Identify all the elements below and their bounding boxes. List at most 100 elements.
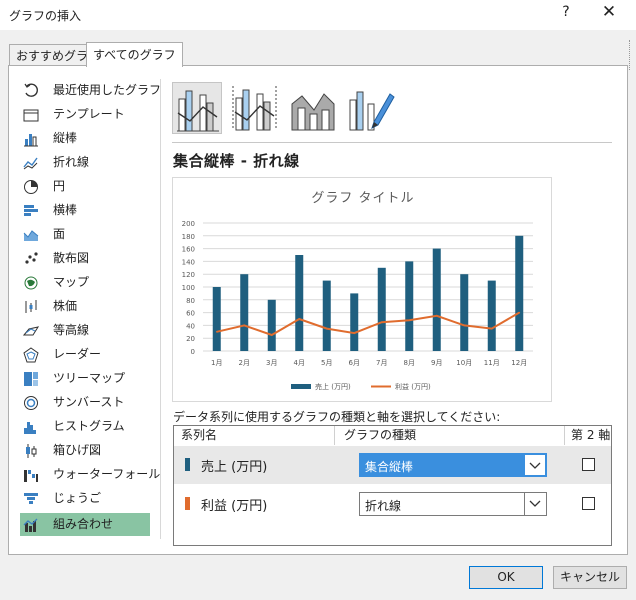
series-color-swatch: [185, 497, 190, 510]
pie-chart-icon: [24, 180, 38, 194]
sidebar-item-label: 組み合わせ: [53, 517, 114, 531]
chart-type-dropdown[interactable]: 折れ線: [359, 492, 547, 516]
line-point: [380, 321, 383, 323]
sidebar-item-label: 株価: [53, 299, 78, 313]
x-tick-label: 3月: [266, 359, 277, 367]
bar: [350, 293, 359, 351]
folder-icon: [23, 109, 39, 122]
y-tick-label: 40: [186, 322, 195, 330]
line-point: [490, 327, 493, 330]
title-bar: グラフの挿入 ? ✕: [0, 0, 636, 30]
decorative-edge: [629, 40, 630, 70]
combo-chart-icon: [23, 518, 38, 532]
custom-combo-pencil-icon: [349, 91, 395, 131]
stock-chart-icon: [25, 300, 37, 313]
sidebar-item-scatter-chart[interactable]: 散布図: [20, 247, 150, 270]
dropdown-arrow[interactable]: [524, 454, 546, 476]
ok-button[interactable]: OK: [469, 566, 543, 589]
x-tick-label: 7月: [376, 359, 387, 367]
tab-all-charts[interactable]: すべてのグラフ: [86, 42, 183, 67]
sidebar-item-label: 折れ線: [53, 155, 90, 169]
sidebar-item-area-chart[interactable]: 面: [20, 223, 150, 246]
bar: [460, 274, 469, 351]
recent-icon: [24, 83, 38, 97]
sidebar-item-pie-chart[interactable]: 円: [20, 175, 150, 198]
sidebar-item-radar-chart[interactable]: レーダー: [20, 343, 150, 366]
dropdown-arrow[interactable]: [524, 493, 546, 515]
secondary-axis-checkbox[interactable]: [582, 458, 595, 471]
chart-subtype-gallery: [172, 82, 412, 136]
y-tick-label: 80: [186, 297, 195, 305]
sidebar-item-combo-chart[interactable]: 組み合わせ: [20, 513, 150, 536]
legend-label: 売上 (万円): [315, 382, 351, 391]
treemap-chart-icon: [24, 372, 38, 386]
sidebar-item-box-whisker-chart[interactable]: 箱ひげ図: [20, 439, 150, 462]
funnel-chart-icon: [24, 493, 38, 504]
series-row[interactable]: 利益 (万円) 折れ線: [174, 485, 611, 523]
sunburst-chart-icon: [24, 396, 38, 410]
line-point: [408, 319, 411, 322]
sidebar-item-recent[interactable]: 最近使用したグラフ: [20, 79, 161, 102]
sidebar-item-map-chart[interactable]: マップ: [20, 271, 150, 294]
line-point: [325, 327, 328, 330]
sidebar-item-bar-chart[interactable]: 横棒: [20, 199, 150, 222]
header-chart-type: グラフの種類: [344, 428, 417, 442]
x-tick-label: 11月: [484, 359, 500, 367]
subtype-custom-combo[interactable]: [346, 82, 396, 134]
sidebar-item-stock-chart[interactable]: 株価: [20, 295, 150, 318]
sidebar-item-histogram-chart[interactable]: ヒストグラム: [20, 415, 150, 438]
bar: [322, 280, 331, 351]
x-tick-label: 10月: [456, 359, 472, 367]
bar: [267, 299, 276, 351]
sidebar-item-label: 箱ひげ図: [53, 443, 102, 457]
bar: [487, 280, 496, 351]
sidebar-item-treemap-chart[interactable]: ツリーマップ: [20, 367, 150, 390]
sidebar-item-waterfall-chart[interactable]: ウォーターフォール: [20, 463, 160, 486]
line-point: [435, 315, 438, 317]
header-divider: [564, 426, 565, 445]
clustered-column-line-icon: [177, 90, 219, 132]
area-chart-icon: [23, 230, 39, 241]
subtype-column-line-secondary[interactable]: [230, 82, 280, 134]
bar: [295, 255, 304, 351]
y-tick-label: 180: [182, 233, 195, 241]
sidebar-item-surface-chart[interactable]: 等高線: [20, 319, 150, 342]
sidebar-item-label: ツリーマップ: [53, 371, 126, 385]
cancel-button[interactable]: キャンセル: [553, 566, 627, 589]
sidebar-item-folder[interactable]: テンプレート: [20, 103, 150, 126]
line-point: [270, 334, 273, 336]
y-tick-label: 20: [186, 335, 195, 343]
bar: [240, 274, 249, 351]
x-tick-label: 5月: [321, 359, 332, 367]
series-color-swatch: [185, 458, 190, 471]
header-series-name: 系列名: [181, 428, 218, 442]
subtype-stacked-area-column[interactable]: [288, 82, 338, 134]
sidebar-item-sunburst-chart[interactable]: サンバースト: [20, 391, 150, 414]
line-point: [518, 311, 521, 314]
sidebar-item-label: ウォーターフォール: [53, 467, 161, 481]
sidebar-item-funnel-chart[interactable]: じょうご: [20, 487, 150, 510]
series-name: 売上 (万円): [201, 460, 268, 475]
sidebar-item-label: 等高線: [53, 323, 90, 337]
x-tick-label: 1月: [211, 359, 222, 367]
help-button[interactable]: ?: [558, 4, 574, 20]
sidebar-item-label: 横棒: [53, 203, 78, 217]
series-row[interactable]: 売上 (万円) 集合縦棒: [174, 446, 611, 484]
sidebar-item-line-chart[interactable]: 折れ線: [20, 151, 150, 174]
window-title: グラフの挿入: [9, 9, 82, 23]
secondary-axis-checkbox[interactable]: [582, 497, 595, 510]
bar: [432, 248, 441, 351]
y-tick-label: 0: [191, 348, 195, 356]
bar: [515, 235, 524, 351]
series-instruction: データ系列に使用するグラフの種類と軸を選択してください:: [173, 410, 501, 424]
line-point: [215, 331, 218, 333]
sidebar-item-label: じょうご: [53, 491, 102, 505]
sidebar-item-label: マップ: [53, 275, 90, 289]
subtype-clustered-column-line[interactable]: [172, 82, 222, 134]
close-button[interactable]: ✕: [598, 2, 620, 22]
y-tick-label: 200: [182, 220, 195, 228]
radar-chart-icon: [23, 347, 39, 363]
sidebar-item-column-chart[interactable]: 縦棒: [20, 127, 150, 150]
chart-type-dropdown[interactable]: 集合縦棒: [359, 453, 547, 477]
series-table: 系列名 グラフの種類 第 2 軸 売上 (万円) 集合縦棒 利益 (万円) 折れ…: [173, 425, 612, 546]
